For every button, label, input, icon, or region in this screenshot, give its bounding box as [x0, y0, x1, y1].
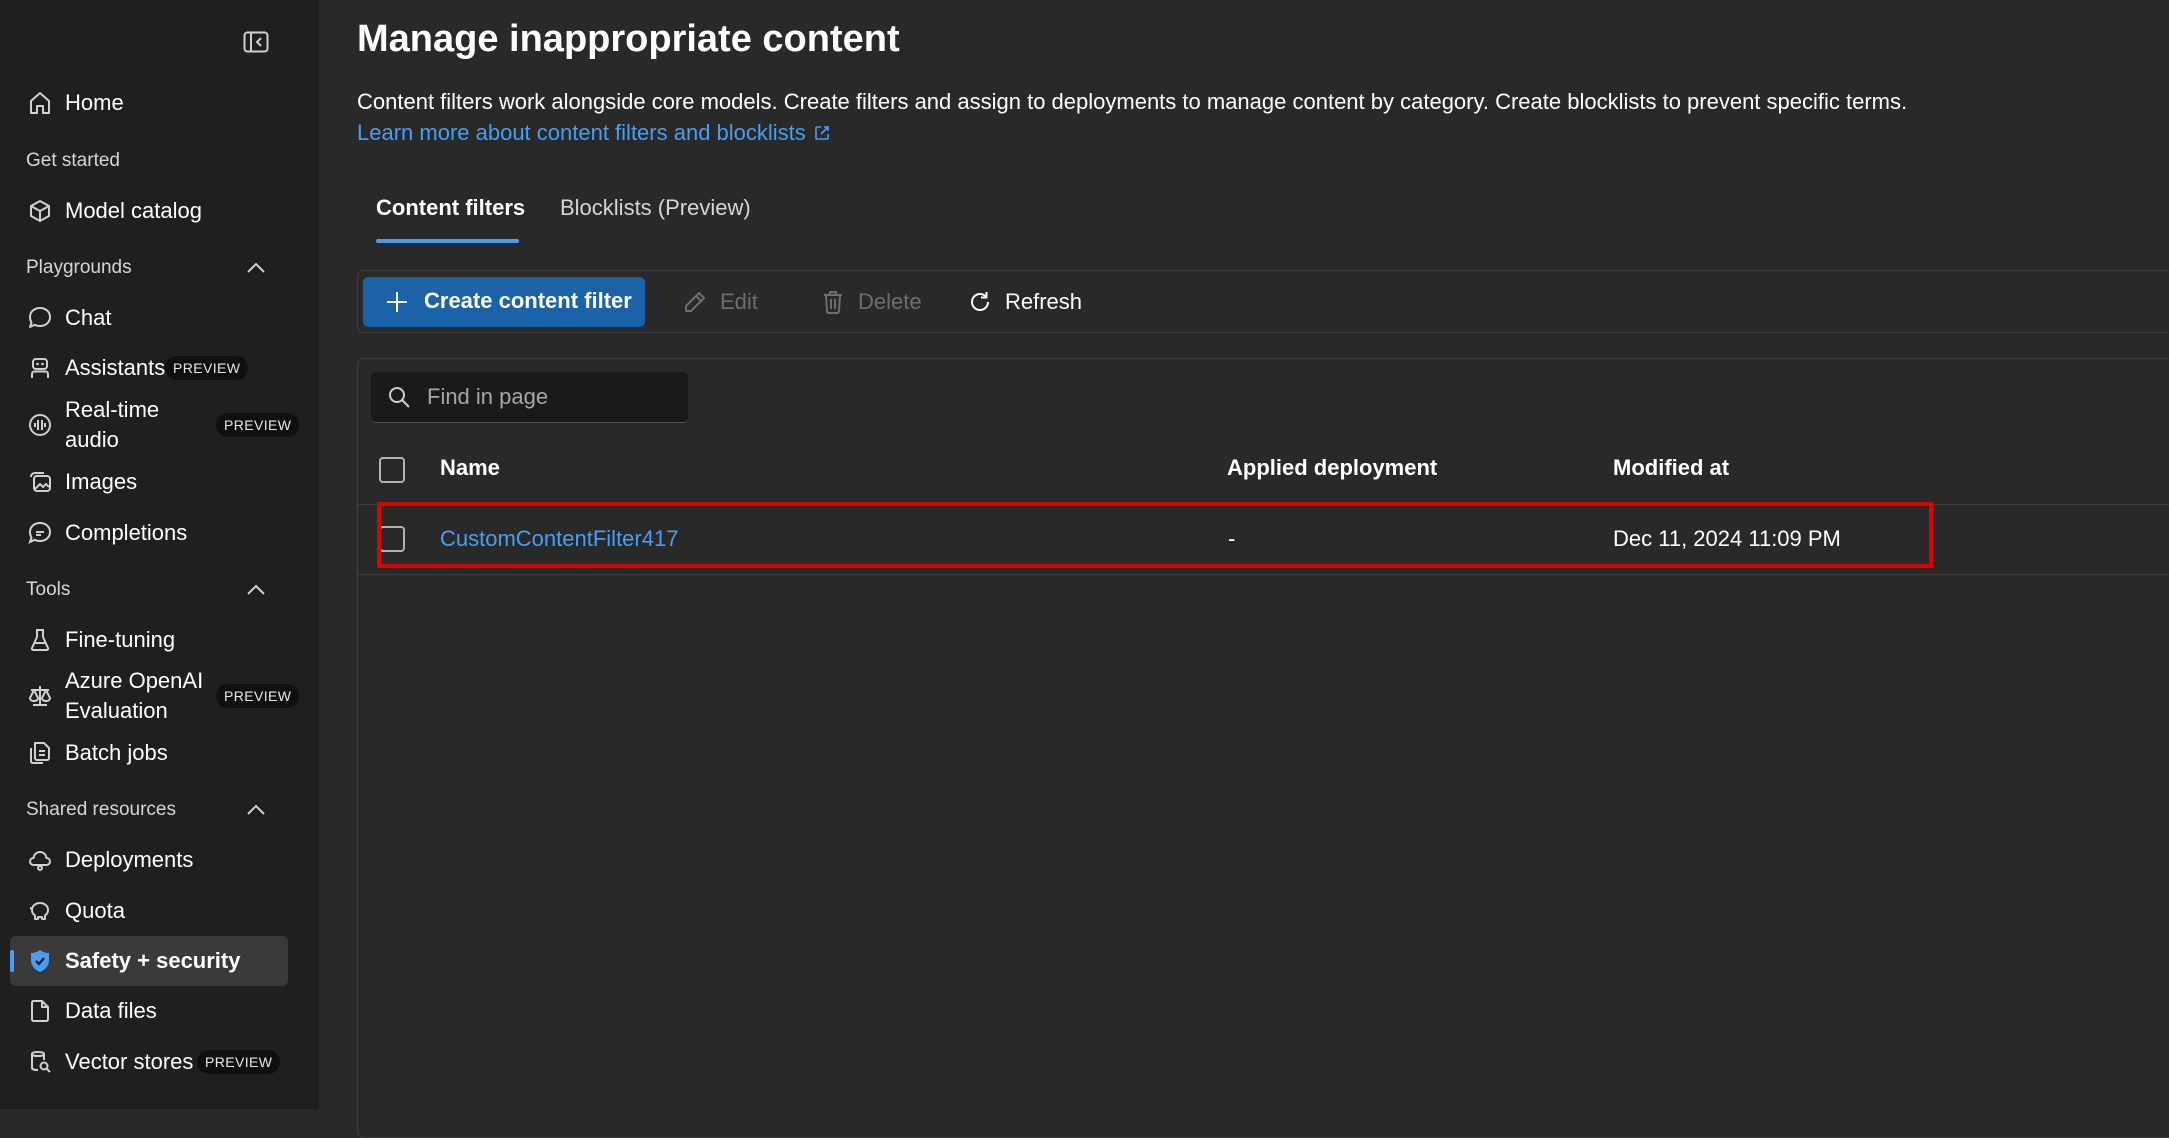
main-content: Manage inappropriate content Content fil… — [319, 0, 2169, 1138]
sidebar-item-label: Quota — [65, 898, 125, 923]
edit-label: Edit — [720, 289, 758, 314]
column-header-modified-at[interactable]: Modified at — [1613, 455, 1729, 481]
sidebar-item-label: Images — [65, 469, 138, 494]
sidebar-item-label: Azure OpenAI — [65, 668, 204, 693]
find-in-page-box[interactable] — [371, 372, 688, 423]
sidebar-item-label: Real-time — [65, 397, 160, 422]
sidebar-item-deployments[interactable]: Deployments — [10, 845, 288, 875]
cloud-icon — [26, 846, 54, 874]
chevron-up-icon[interactable] — [244, 578, 268, 602]
chat-icon — [26, 304, 54, 332]
documents-stack-icon — [26, 739, 54, 767]
collapse-sidebar-button[interactable] — [239, 28, 273, 56]
sidebar-item-label: Assistants — [65, 355, 166, 380]
sidebar-item-home[interactable]: Home — [10, 88, 288, 118]
sidebar-item-fine-tuning[interactable]: Fine-tuning — [10, 625, 288, 655]
document-icon — [26, 997, 54, 1025]
sidebar-item-model-catalog[interactable]: Model catalog — [10, 196, 288, 226]
create-content-filter-button[interactable]: Create content filter — [363, 277, 645, 327]
delete-label: Delete — [858, 289, 922, 314]
cube-icon — [26, 197, 54, 225]
sidebar-item-label: Model catalog — [65, 198, 202, 223]
sidebar-item-realtime-audio[interactable]: Real-time audio PREVIEW — [10, 395, 300, 455]
sidebar-item-assistants[interactable]: Assistants PREVIEW — [10, 353, 288, 383]
sidebar-item-completions[interactable]: Completions — [10, 518, 288, 548]
highlight-box — [377, 502, 1933, 568]
preview-badge: PREVIEW — [197, 1050, 281, 1074]
collapse-panel-icon — [243, 31, 269, 53]
sidebar-item-label: Vector stores — [65, 1049, 194, 1074]
sidebar-item-data-files[interactable]: Data files — [10, 996, 288, 1026]
section-shared-resources[interactable]: Shared resources — [26, 794, 288, 826]
trash-icon — [824, 291, 842, 314]
chevron-up-icon[interactable] — [244, 256, 268, 280]
external-link-icon — [815, 126, 829, 140]
row-divider — [358, 574, 2169, 575]
sidebar: Home Get started Model catalog Playgroun… — [0, 0, 319, 1109]
section-label: Tools — [26, 579, 71, 600]
sidebar-item-safety-security[interactable]: Safety + security — [10, 936, 288, 986]
section-get-started: Get started — [26, 145, 288, 177]
sidebar-item-label-line2: audio — [65, 427, 119, 452]
sidebar-item-label: Completions — [65, 520, 188, 545]
shield-icon — [26, 947, 54, 975]
page-title: Manage inappropriate content — [357, 18, 900, 60]
sidebar-item-label: Fine-tuning — [65, 627, 176, 652]
chat-sparkle-icon — [26, 519, 54, 547]
column-header-name[interactable]: Name — [440, 455, 500, 481]
sidebar-item-label: Deployments — [65, 847, 194, 872]
sidebar-item-batch-jobs[interactable]: Batch jobs — [10, 738, 288, 768]
section-tools[interactable]: Tools — [26, 574, 288, 606]
refresh-button[interactable]: Refresh — [967, 283, 1082, 321]
learn-more-label: Learn more about content filters and blo… — [357, 120, 806, 145]
sidebar-item-evaluation[interactable]: Azure OpenAI Evaluation PREVIEW — [10, 666, 300, 726]
pencil-icon — [685, 292, 705, 312]
refresh-icon — [971, 292, 989, 311]
sidebar-item-chat[interactable]: Chat — [10, 303, 288, 333]
learn-more-link[interactable]: Learn more about content filters and blo… — [357, 120, 830, 146]
sidebar-item-label-line2: Evaluation — [65, 698, 168, 723]
active-indicator — [10, 950, 14, 972]
chevron-up-icon[interactable] — [244, 798, 268, 822]
create-button-label: Create content filter — [424, 288, 632, 313]
sidebar-item-label: Batch jobs — [65, 740, 168, 765]
tab-selected-indicator — [376, 239, 519, 243]
page-description: Content filters work alongside core mode… — [357, 89, 1908, 114]
section-playgrounds[interactable]: Playgrounds — [26, 252, 288, 284]
database-search-icon — [26, 1048, 54, 1076]
tab-content-filters[interactable]: Content filters — [376, 195, 525, 221]
sidebar-item-label: Chat — [65, 305, 112, 330]
search-icon — [389, 387, 410, 408]
section-label: Shared resources — [26, 799, 176, 820]
preview-badge: PREVIEW — [216, 413, 300, 437]
plus-icon — [387, 292, 407, 312]
refresh-label: Refresh — [1005, 289, 1083, 314]
bot-icon — [26, 354, 54, 382]
preview-badge: PREVIEW — [165, 356, 249, 380]
section-label: Playgrounds — [26, 257, 132, 278]
column-header-applied-deployment[interactable]: Applied deployment — [1227, 455, 1437, 481]
edit-button[interactable]: Edit — [682, 283, 758, 321]
sidebar-item-label: Home — [65, 90, 124, 115]
piggy-bank-icon — [26, 897, 54, 925]
search-input[interactable] — [425, 381, 675, 413]
scale-icon — [26, 682, 54, 710]
delete-button[interactable]: Delete — [820, 283, 922, 321]
select-all-checkbox[interactable] — [379, 457, 405, 483]
sidebar-item-label: Safety + security — [65, 948, 241, 973]
image-icon — [26, 468, 54, 496]
sidebar-item-images[interactable]: Images — [10, 467, 288, 497]
sidebar-item-label: Data files — [65, 998, 157, 1023]
audio-wave-icon — [26, 411, 54, 439]
sidebar-item-quota[interactable]: Quota — [10, 896, 288, 926]
sidebar-item-vector-stores[interactable]: Vector stores PREVIEW — [10, 1047, 288, 1077]
tab-blocklists[interactable]: Blocklists (Preview) — [560, 195, 751, 221]
beaker-icon — [26, 626, 54, 654]
home-icon — [26, 89, 54, 117]
preview-badge: PREVIEW — [216, 684, 300, 708]
section-label: Get started — [26, 150, 120, 171]
